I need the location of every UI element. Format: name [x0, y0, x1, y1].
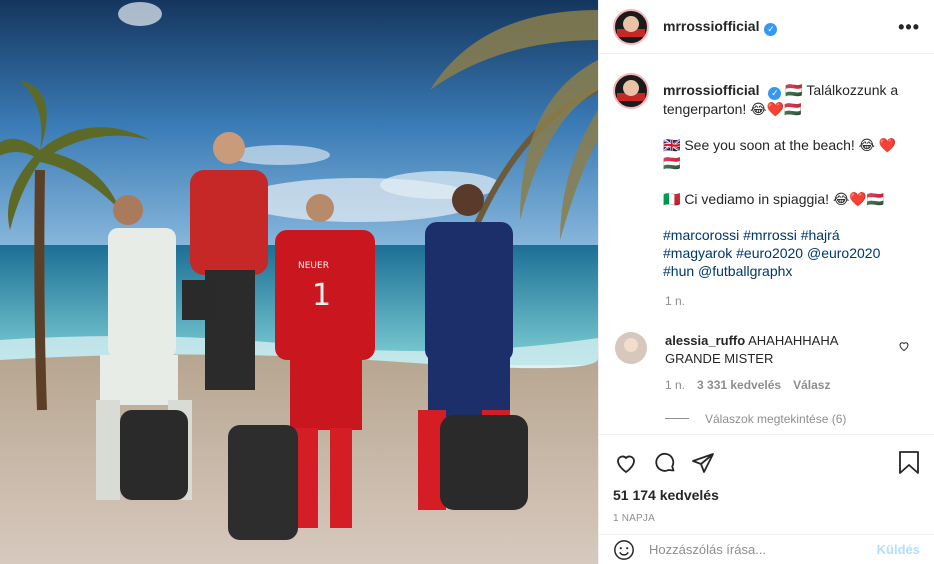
author-username-text[interactable]: mrrossiofficial: [663, 18, 759, 34]
add-comment-bar: Küldés: [599, 534, 934, 564]
comment-like-heart-icon[interactable]: [898, 340, 910, 355]
post-image: 1 NEUER: [0, 0, 598, 564]
caption-time[interactable]: 1 n.: [665, 294, 918, 308]
replies-divider: [665, 418, 689, 419]
action-icons: [613, 443, 920, 483]
comment-meta: 1 n. 3 331 kedvelés Válasz: [665, 378, 918, 392]
post-panel: mrrossiofficial ✓ ••• mrrossiofficial ✓ 🇭…: [598, 0, 934, 564]
svg-text:1: 1: [312, 278, 331, 313]
comment-likes[interactable]: 3 331 kedvelés: [697, 378, 781, 392]
caption-body: mrrossiofficial ✓ 🇭🇺 Találkozzunk a teng…: [663, 73, 903, 280]
post-photo[interactable]: 1 NEUER: [0, 0, 598, 564]
verified-icon: ✓: [768, 86, 782, 100]
verified-icon: ✓: [764, 22, 778, 36]
view-replies-label[interactable]: Válaszok megtekintése (6): [705, 412, 846, 426]
caption-username[interactable]: mrrossiofficial: [663, 82, 759, 98]
post-actions: 51 174 kedvelés 1 napja: [599, 434, 934, 524]
comments-area[interactable]: mrrossiofficial ✓ 🇭🇺 Találkozzunk a teng…: [599, 55, 934, 434]
share-paper-plane-icon[interactable]: [691, 451, 715, 475]
emoji-icon[interactable]: [613, 539, 635, 561]
caption-line-it: 🇮🇹 Ci vediamo in spiaggia! 😂❤️🇭🇺: [663, 190, 885, 207]
commenter-avatar[interactable]: [615, 331, 647, 364]
bookmark-icon[interactable]: [898, 451, 920, 475]
comment-item: alessia_ruffo AHAHAHHAHA GRANDE MISTER: [613, 331, 918, 368]
caption-avatar[interactable]: [613, 73, 649, 109]
caption-line-en: 🇬🇧 See you soon at the beach! 😂 ❤️🇭🇺: [663, 136, 897, 171]
view-replies-button[interactable]: Válaszok megtekintése (6): [665, 412, 918, 426]
comment-bubble-icon[interactable]: [653, 451, 677, 475]
like-heart-icon[interactable]: [613, 451, 639, 475]
commenter-username[interactable]: alessia_ruffo: [665, 333, 745, 348]
svg-text:NEUER: NEUER: [298, 261, 329, 271]
post-comment-button[interactable]: Küldés: [877, 542, 920, 557]
comment-reply-button[interactable]: Válasz: [793, 378, 830, 392]
comment-time[interactable]: 1 n.: [665, 378, 685, 392]
caption-hashtags[interactable]: #marcorossi #mrrossi #hajrá #magyarok #e…: [663, 226, 903, 280]
post-header: mrrossiofficial ✓ •••: [599, 0, 934, 54]
comment-body: alessia_ruffo AHAHAHHAHA GRANDE MISTER: [665, 332, 875, 368]
post-likes-count[interactable]: 51 174 kedvelés: [613, 487, 920, 503]
caption: mrrossiofficial ✓ 🇭🇺 Találkozzunk a teng…: [613, 73, 918, 280]
more-options-icon[interactable]: •••: [898, 18, 920, 36]
author-avatar[interactable]: [613, 8, 649, 45]
author-username[interactable]: mrrossiofficial ✓: [663, 18, 778, 36]
comment-input[interactable]: [649, 542, 877, 557]
post-date[interactable]: 1 napja: [613, 513, 920, 524]
